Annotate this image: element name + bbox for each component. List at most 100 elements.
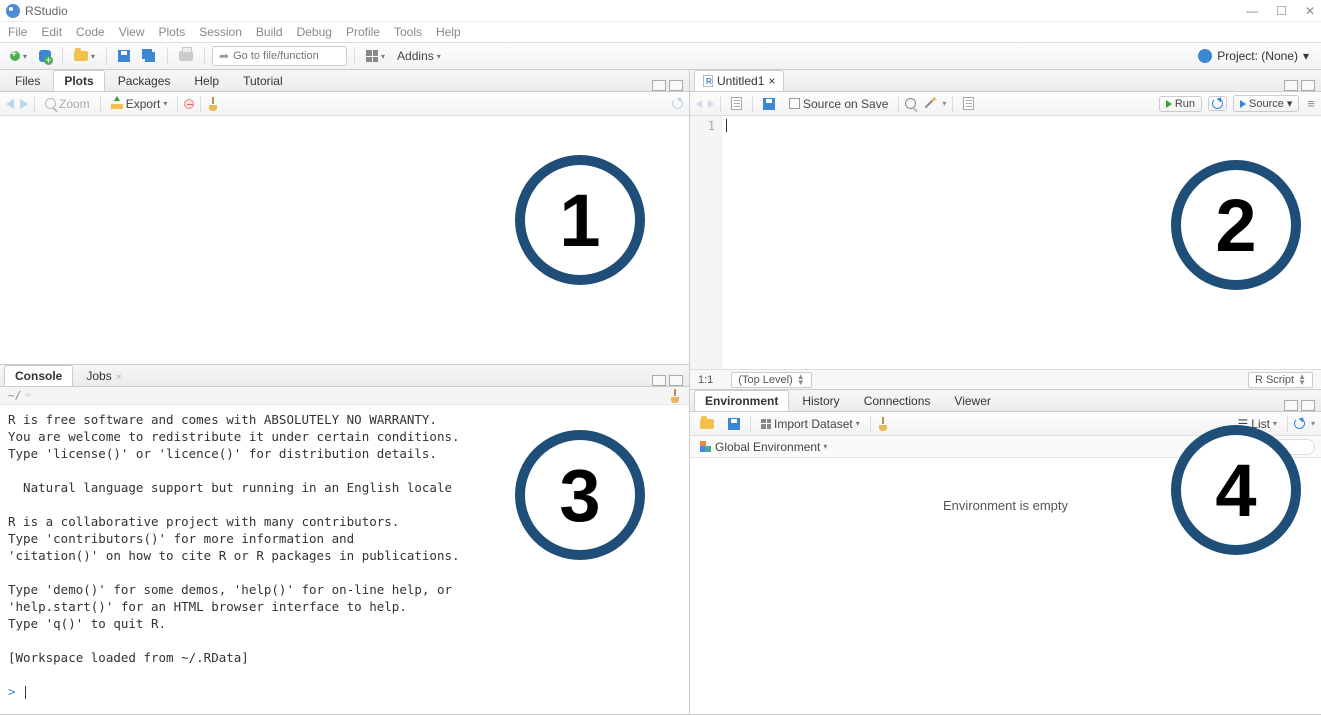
- menu-profile[interactable]: Profile: [346, 25, 380, 39]
- menubar: File Edit Code View Plots Session Build …: [0, 22, 1321, 42]
- close-jobs-icon[interactable]: ×: [116, 372, 122, 383]
- open-file-button[interactable]: ▾: [70, 49, 99, 63]
- close-icon[interactable]: ✕: [1305, 4, 1315, 18]
- minimize-pane-icon[interactable]: [652, 80, 666, 91]
- compile-report-button[interactable]: [959, 95, 978, 112]
- window-title: RStudio: [25, 4, 68, 18]
- export-icon: [111, 99, 123, 109]
- save-workspace-button[interactable]: [724, 416, 744, 432]
- tab-history[interactable]: History: [791, 390, 850, 411]
- tab-plots[interactable]: Plots: [53, 70, 104, 91]
- tab-connections[interactable]: Connections: [853, 390, 942, 411]
- menu-plots[interactable]: Plots: [159, 25, 186, 39]
- print-button[interactable]: [175, 49, 197, 63]
- scope-selector[interactable]: (Top Level) ▲▼: [731, 372, 811, 388]
- tab-environment[interactable]: Environment: [694, 390, 789, 411]
- maximize-icon[interactable]: ☐: [1276, 4, 1287, 18]
- tab-tutorial[interactable]: Tutorial: [232, 70, 294, 91]
- save-all-button[interactable]: [138, 47, 160, 65]
- source-icon: [1240, 100, 1246, 108]
- save-source-button[interactable]: [759, 96, 779, 112]
- run-button[interactable]: Run: [1159, 96, 1202, 112]
- project-button[interactable]: Project: (None) ▾: [1192, 47, 1315, 65]
- addins-button[interactable]: Addins ▾: [393, 47, 445, 65]
- run-icon: [1166, 100, 1172, 108]
- import-dataset-button[interactable]: Import Dataset ▾: [757, 415, 864, 433]
- menu-help[interactable]: Help: [436, 25, 461, 39]
- find-icon[interactable]: [905, 98, 916, 109]
- source-statusbar: 1:1 (Top Level) ▲▼ R Script ▲▼: [690, 369, 1321, 389]
- rerun-button[interactable]: [1208, 96, 1227, 111]
- tab-viewer[interactable]: Viewer: [943, 390, 1001, 411]
- maximize-pane-icon[interactable]: [669, 80, 683, 91]
- zoom-icon: [45, 98, 56, 109]
- clear-console-icon[interactable]: [669, 389, 681, 403]
- new-project-button[interactable]: [35, 48, 55, 64]
- clear-plots-icon[interactable]: [207, 97, 219, 111]
- maximize-pane-icon[interactable]: [1301, 400, 1315, 411]
- tab-packages[interactable]: Packages: [107, 70, 182, 91]
- menu-edit[interactable]: Edit: [41, 25, 62, 39]
- menu-view[interactable]: View: [119, 25, 145, 39]
- minimize-icon[interactable]: —: [1246, 4, 1258, 18]
- source-on-save-checkbox[interactable]: Source on Save: [785, 95, 892, 113]
- goto-input[interactable]: [233, 50, 340, 62]
- plot-next-icon[interactable]: [20, 99, 28, 109]
- wand-icon[interactable]: [922, 97, 936, 111]
- env-scope-button[interactable]: Global Environment ▾: [696, 438, 831, 456]
- popout-button[interactable]: [727, 95, 746, 112]
- refresh-plot-icon[interactable]: [672, 98, 683, 109]
- view-mode-button[interactable]: ☰ List ▾: [1234, 415, 1281, 433]
- cursor-position: 1:1: [698, 374, 713, 386]
- menu-file[interactable]: File: [8, 25, 27, 39]
- env-search[interactable]: [1215, 439, 1315, 455]
- zoom-button[interactable]: Zoom: [41, 95, 94, 113]
- console-body[interactable]: R is free software and comes with ABSOLU…: [0, 405, 689, 714]
- save-button[interactable]: [114, 48, 134, 64]
- path-arrow-icon: ➪: [25, 390, 31, 401]
- env-filter-bar: Global Environment ▾: [690, 436, 1321, 458]
- menu-debug[interactable]: Debug: [297, 25, 332, 39]
- remove-plot-icon[interactable]: [184, 99, 194, 109]
- outline-toggle-icon[interactable]: ≡: [1307, 96, 1315, 111]
- export-button[interactable]: Export ▾: [107, 95, 172, 113]
- nav-fwd-icon[interactable]: [708, 100, 714, 108]
- load-workspace-button[interactable]: [696, 417, 718, 431]
- plot-prev-icon[interactable]: [6, 99, 14, 109]
- console-output: R is free software and comes with ABSOLU…: [8, 412, 460, 665]
- search-icon: [1224, 442, 1233, 451]
- source-button[interactable]: Source ▾: [1233, 95, 1299, 112]
- pane-plots: Files Plots Packages Help Tutorial Zoom …: [0, 70, 689, 365]
- menu-session[interactable]: Session: [199, 25, 242, 39]
- tab-jobs[interactable]: Jobs×: [75, 365, 132, 386]
- minimize-pane-icon[interactable]: [1284, 80, 1298, 91]
- menu-code[interactable]: Code: [76, 25, 105, 39]
- clear-env-icon[interactable]: [877, 417, 889, 431]
- source-tabstrip: Untitled1 ×: [690, 70, 1321, 92]
- minimize-pane-icon[interactable]: [652, 375, 666, 386]
- menu-build[interactable]: Build: [256, 25, 283, 39]
- refresh-env-icon[interactable]: [1294, 418, 1305, 429]
- tab-help[interactable]: Help: [183, 70, 230, 91]
- maximize-pane-icon[interactable]: [669, 375, 683, 386]
- nav-back-icon[interactable]: [696, 100, 702, 108]
- rfile-icon: [703, 75, 713, 87]
- plots-toolbar: Zoom Export ▾: [0, 92, 689, 116]
- close-tab-icon[interactable]: ×: [768, 74, 775, 88]
- tab-console[interactable]: Console: [4, 365, 73, 386]
- tab-files[interactable]: Files: [4, 70, 51, 91]
- panes-button[interactable]: ▾: [362, 48, 389, 64]
- menu-tools[interactable]: Tools: [394, 25, 422, 39]
- maximize-pane-icon[interactable]: [1301, 80, 1315, 91]
- new-file-button[interactable]: ▾: [6, 49, 31, 63]
- goto-file-function[interactable]: ➦: [212, 46, 347, 66]
- filetype-selector[interactable]: R Script ▲▼: [1248, 372, 1313, 388]
- source-body[interactable]: 1: [690, 116, 1321, 369]
- main-toolbar: ▾ ▾ ➦ ▾ Addins ▾ Project: (None) ▾: [0, 42, 1321, 70]
- minimize-pane-icon[interactable]: [1284, 400, 1298, 411]
- open-icon: [700, 419, 714, 429]
- env-body: Environment is empty: [690, 458, 1321, 714]
- editor-content[interactable]: [722, 116, 1321, 369]
- titlebar: RStudio — ☐ ✕: [0, 0, 1321, 22]
- tab-untitled1[interactable]: Untitled1 ×: [694, 70, 784, 91]
